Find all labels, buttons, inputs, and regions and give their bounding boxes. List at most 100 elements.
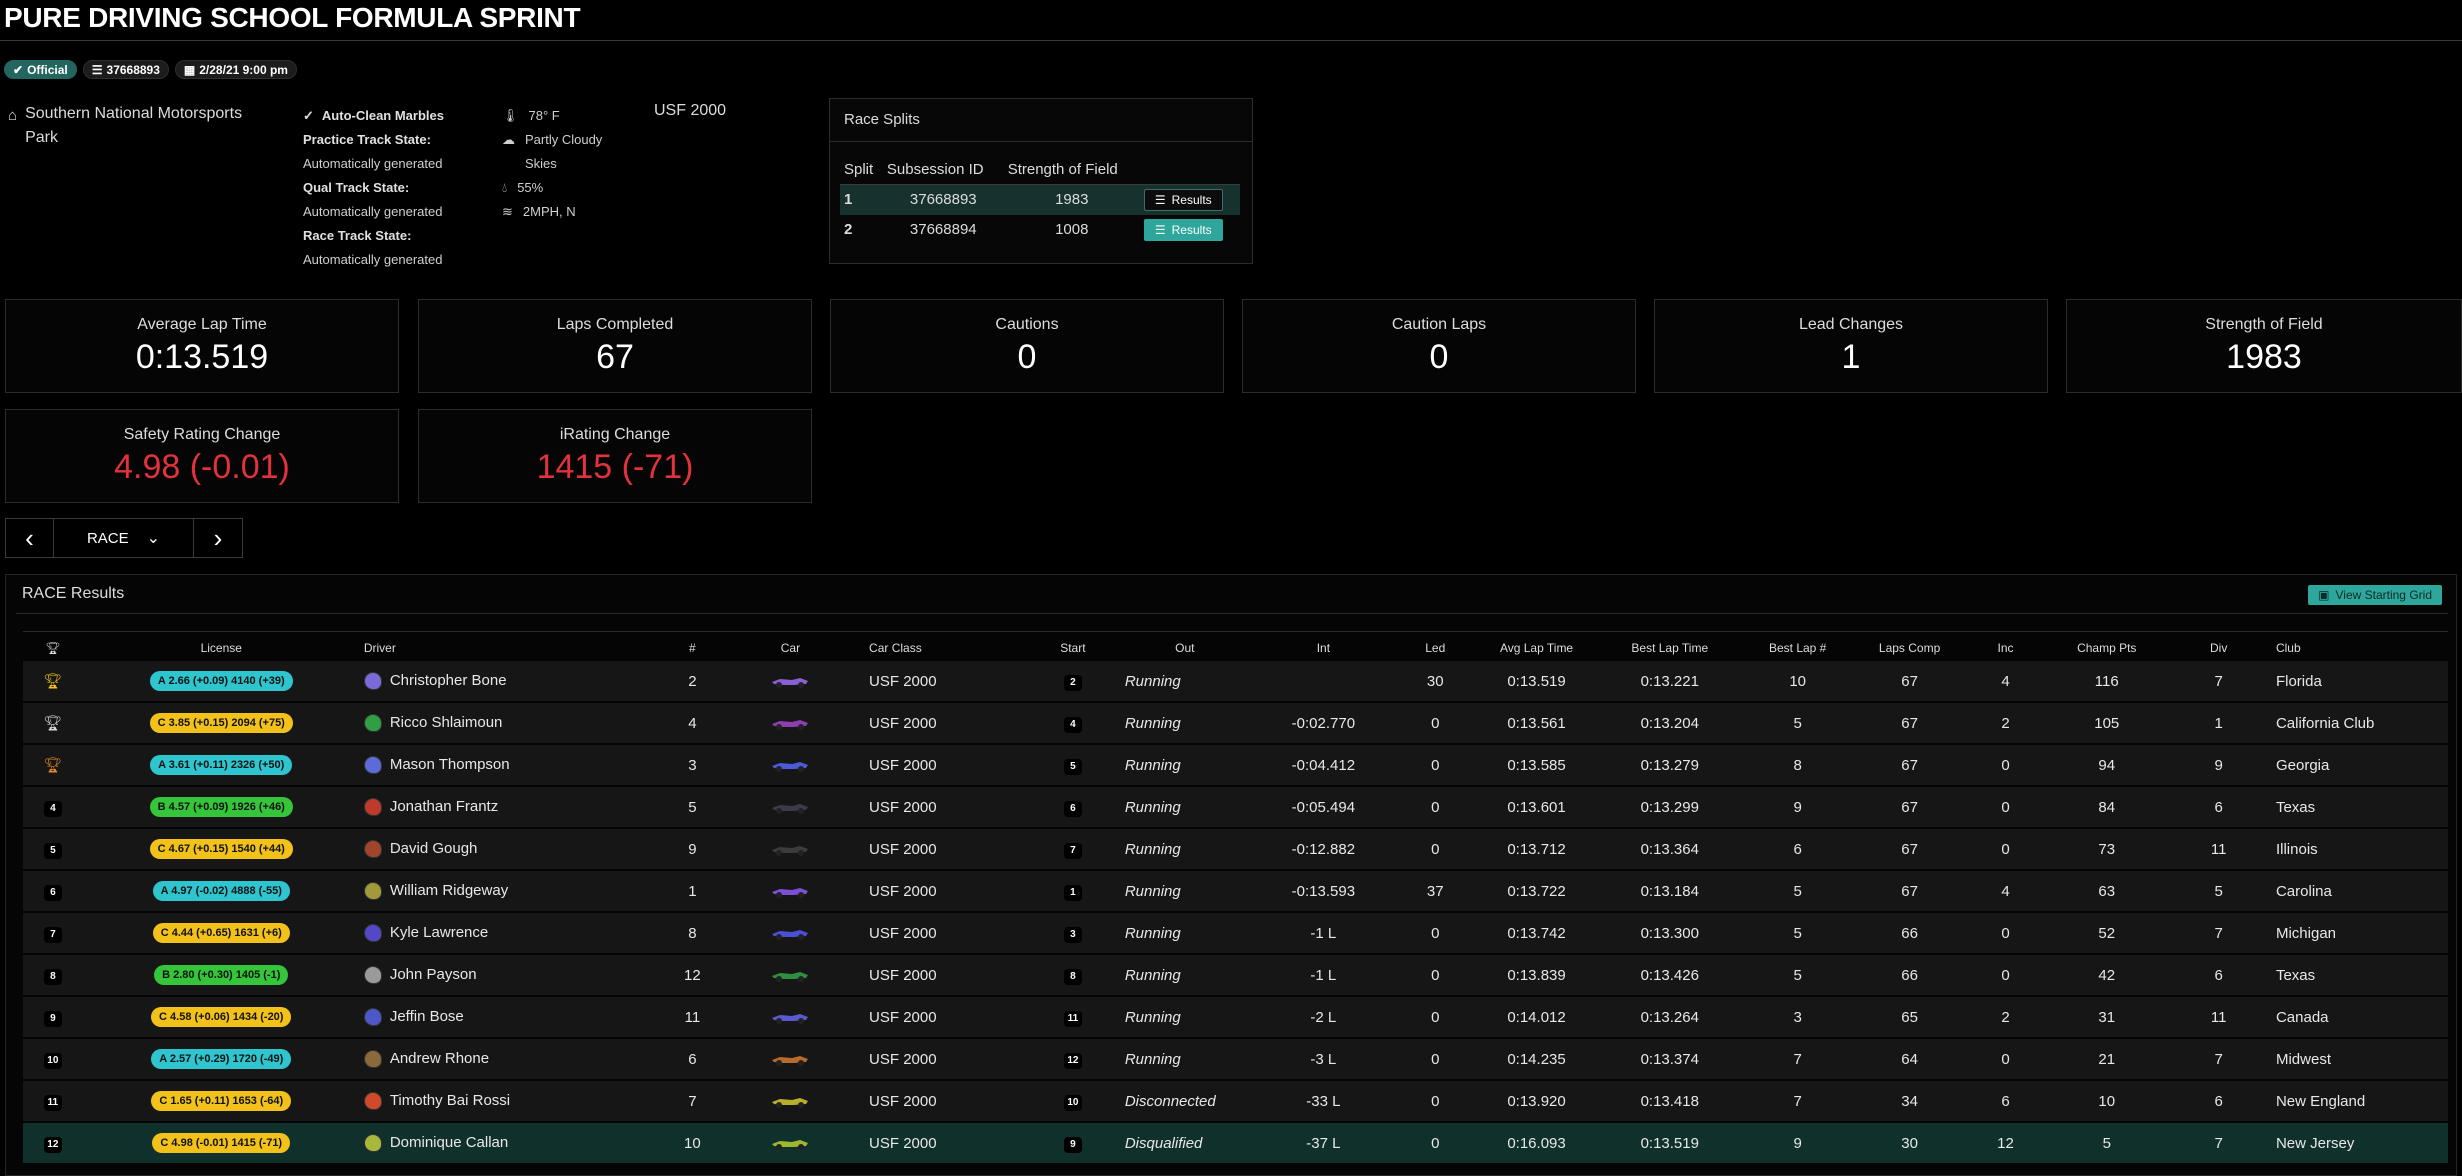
laps-completed: 67 bbox=[1856, 829, 1963, 869]
license-cell: C 4.58 (+0.06) 1434 (-20) bbox=[82, 997, 360, 1037]
out-status: Running bbox=[1120, 871, 1249, 911]
laps-led: 30 bbox=[1397, 661, 1473, 701]
prev-session-button[interactable]: ‹ bbox=[6, 519, 54, 557]
car-cell bbox=[715, 1081, 866, 1121]
stat-card-lead-changes: Lead Changes 1 bbox=[1654, 299, 2048, 393]
table-row[interactable]: 🏆︎ C 3.85 (+0.15) 2094 (+75) Ricco Shlaimo… bbox=[23, 703, 2448, 743]
stat-value: 0:13.519 bbox=[135, 338, 269, 376]
car-class: USF 2000 bbox=[865, 1039, 1025, 1079]
qual-state-value: Automatically generated bbox=[303, 204, 443, 219]
incidents: 0 bbox=[1962, 955, 2049, 995]
champ-points: 10 bbox=[2048, 1081, 2166, 1121]
best-lap-number: 5 bbox=[1739, 913, 1857, 953]
start-position-badge: 8 bbox=[1063, 968, 1082, 985]
interval: -0:04.412 bbox=[1248, 745, 1398, 785]
division: 6 bbox=[2165, 1081, 2272, 1121]
session-badges: ✔ Official ☰ 37668893 ▦ 2/28/21 9:00 pm bbox=[4, 60, 297, 79]
best-lap-number: 6 bbox=[1739, 829, 1857, 869]
driver-name[interactable]: Christopher Bone bbox=[390, 672, 507, 689]
helmet-icon bbox=[363, 840, 382, 859]
session-dropdown[interactable]: RACE ⌄ bbox=[54, 519, 194, 557]
driver-name[interactable]: Mason Thompson bbox=[390, 756, 510, 773]
table-row[interactable]: 11 C 1.65 (+0.11) 1653 (-64) Timothy Bai R… bbox=[23, 1081, 2448, 1121]
sof-header: Strength of Field bbox=[1003, 157, 1140, 185]
car-icon bbox=[772, 887, 809, 898]
table-row[interactable]: 🏆︎ A 3.61 (+0.11) 2326 (+50) Mason Thompso… bbox=[23, 745, 2448, 785]
driver-name[interactable]: Andrew Rhone bbox=[390, 1050, 489, 1067]
driver-name[interactable]: William Ridgeway bbox=[390, 882, 508, 899]
table-row[interactable]: 9 C 4.58 (+0.06) 1434 (-20) Jeffin Bose 11 U… bbox=[23, 997, 2448, 1037]
start-position-badge: 3 bbox=[1063, 926, 1082, 943]
column-header: Start bbox=[1060, 641, 1086, 655]
table-row[interactable]: 🏆︎ A 2.66 (+0.09) 4140 (+39) Christopher B… bbox=[23, 661, 2448, 701]
avg-lap-time: 0:13.519 bbox=[1472, 661, 1601, 701]
driver-name[interactable]: Ricco Shlaimoun bbox=[390, 714, 503, 731]
division: 5 bbox=[2165, 871, 2272, 911]
wind: 2MPH, N bbox=[522, 204, 576, 219]
stat-label: Strength of Field bbox=[2205, 316, 2323, 333]
track-info: ⌂ Southern National Motorsports Park bbox=[8, 102, 278, 150]
stat-label: Cautions bbox=[995, 316, 1059, 333]
table-row[interactable]: 4 B 4.57 (+0.09) 1926 (+46) Jonathan Frant… bbox=[23, 787, 2448, 827]
table-row[interactable]: 6 A 4.97 (-0.02) 4888 (-55) William Ridgew… bbox=[23, 871, 2448, 911]
out-status: Disconnected bbox=[1120, 1081, 1249, 1121]
driver-name[interactable]: Dominique Callan bbox=[390, 1134, 508, 1151]
club: New Jersey bbox=[2271, 1123, 2448, 1163]
start-cell: 8 bbox=[1024, 955, 1121, 995]
driver-name[interactable]: John Payson bbox=[390, 966, 477, 983]
column-header: Club bbox=[2275, 641, 2301, 655]
avg-lap-time: 0:13.561 bbox=[1472, 703, 1601, 743]
results-header bbox=[1139, 157, 1240, 185]
column-header: Laps Comp bbox=[1878, 641, 1941, 655]
interval: -0:05.494 bbox=[1248, 787, 1398, 827]
temperature: 78° F bbox=[528, 108, 560, 123]
position-cell: 8 bbox=[23, 955, 83, 995]
position-cell: 12 bbox=[23, 1123, 83, 1163]
laps-completed: 64 bbox=[1856, 1039, 1963, 1079]
car-cell bbox=[715, 955, 866, 995]
driver-name[interactable]: David Gough bbox=[390, 840, 478, 857]
car-class: USF 2000 bbox=[865, 997, 1025, 1037]
table-row[interactable]: 5 C 4.67 (+0.15) 1540 (+44) David Gough 9 US… bbox=[23, 829, 2448, 869]
laps-led: 0 bbox=[1397, 745, 1473, 785]
best-lap-time: 0:13.418 bbox=[1600, 1081, 1740, 1121]
split-results-button[interactable]: ☰ Results bbox=[1143, 218, 1223, 241]
stat-value: 1983 bbox=[2226, 338, 2302, 376]
avg-lap-time: 0:13.601 bbox=[1472, 787, 1601, 827]
column-header: Inc bbox=[1997, 641, 2014, 655]
club: Carolina bbox=[2271, 871, 2448, 911]
driver-name[interactable]: Kyle Lawrence bbox=[390, 924, 488, 941]
division: 7 bbox=[2165, 1123, 2272, 1163]
helmet-icon bbox=[363, 798, 382, 817]
laps-led: 0 bbox=[1397, 829, 1473, 869]
car-cell bbox=[715, 703, 866, 743]
table-row[interactable]: 8 B 2.80 (+0.30) 1405 (-1) John Payson 12 US… bbox=[23, 955, 2448, 995]
best-lap-number: 9 bbox=[1739, 1123, 1857, 1163]
table-row[interactable]: 10 A 2.57 (+0.29) 1720 (-49) Andrew Rhone 6… bbox=[23, 1039, 2448, 1079]
car-number: 4 bbox=[668, 703, 716, 743]
chevron-down-icon: ⌄ bbox=[146, 530, 161, 547]
next-session-button[interactable]: › bbox=[194, 519, 242, 557]
incidents: 0 bbox=[1962, 787, 2049, 827]
table-row[interactable]: 7 C 4.44 (+0.65) 1631 (+6) Kyle Lawrence 8 U… bbox=[23, 913, 2448, 953]
club: New England bbox=[2271, 1081, 2448, 1121]
license-badge: B 2.80 (+0.30) 1405 (-1) bbox=[154, 965, 289, 985]
interval: -0:02.770 bbox=[1248, 703, 1398, 743]
track-conditions: ✓ Auto-Clean Marbles Practice Track State… bbox=[303, 104, 444, 272]
column-header: Driver bbox=[363, 641, 396, 655]
car-icon bbox=[772, 719, 809, 730]
view-starting-grid-button[interactable]: ▣ View Starting Grid bbox=[2308, 585, 2442, 605]
license-cell: A 2.66 (+0.09) 4140 (+39) bbox=[82, 661, 360, 701]
laps-completed: 67 bbox=[1856, 661, 1963, 701]
column-header: Avg Lap Time bbox=[1499, 641, 1574, 655]
stat-card-sof: Strength of Field 1983 bbox=[2066, 299, 2462, 393]
table-row[interactable]: 12 C 4.98 (-0.01) 1415 (-71) Dominique Cal… bbox=[23, 1123, 2448, 1163]
driver-name[interactable]: Jeffin Bose bbox=[390, 1008, 464, 1025]
driver-name[interactable]: Jonathan Frantz bbox=[390, 798, 498, 815]
start-position-badge: 4 bbox=[1063, 716, 1082, 733]
split-number: 2 bbox=[844, 221, 853, 238]
driver-name[interactable]: Timothy Bai Rossi bbox=[390, 1092, 510, 1109]
split-results-button[interactable]: ☰ Results bbox=[1143, 188, 1223, 211]
practice-state-value: Automatically generated bbox=[303, 156, 443, 171]
column-header: Car bbox=[780, 641, 801, 655]
